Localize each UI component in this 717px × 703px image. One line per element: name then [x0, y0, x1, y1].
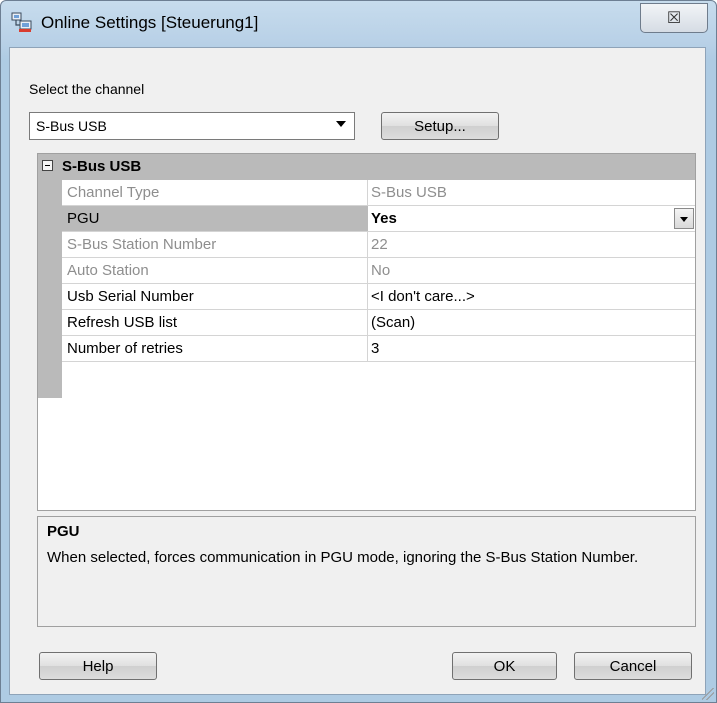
dropdown-arrow-icon[interactable] — [674, 208, 694, 229]
close-icon: ☒ — [666, 10, 682, 27]
property-name: Number of retries — [67, 340, 183, 357]
title-bar: Online Settings [Steuerung1] ☒ — [1, 1, 716, 45]
description-panel: PGU When selected, forces communication … — [37, 516, 696, 627]
property-name: S-Bus Station Number — [67, 236, 217, 253]
close-button[interactable]: ☒ — [640, 3, 708, 33]
property-value: (Scan) — [371, 314, 416, 331]
property-row-station-number[interactable]: S-Bus Station Number 22 — [62, 232, 695, 258]
channel-select-value: S-Bus USB — [36, 118, 107, 134]
online-settings-dialog: Online Settings [Steuerung1] ☒ Select th… — [0, 0, 717, 703]
property-name: Auto Station — [67, 262, 149, 279]
ok-button-label: OK — [493, 657, 516, 675]
help-button-label: Help — [82, 657, 114, 675]
description-text: When selected, forces communication in P… — [47, 549, 639, 566]
property-value: Yes — [371, 210, 397, 227]
column-divider — [367, 336, 368, 362]
property-value: 3 — [371, 340, 380, 357]
property-row-usb-serial[interactable]: Usb Serial Number <I don't care...> — [62, 284, 695, 310]
property-name: Refresh USB list — [67, 314, 178, 331]
setup-button[interactable]: Setup... — [381, 112, 499, 140]
property-row-refresh-usb[interactable]: Refresh USB list (Scan) — [62, 310, 695, 336]
collapse-icon[interactable] — [42, 160, 53, 171]
cancel-button[interactable]: Cancel — [574, 652, 692, 680]
column-divider — [367, 310, 368, 336]
property-name: PGU — [67, 210, 100, 227]
property-grid: S-Bus USB Channel Type S-Bus USB PGU Yes… — [37, 153, 696, 511]
property-name: Usb Serial Number — [67, 288, 194, 305]
column-divider — [367, 232, 368, 258]
window-title: Online Settings [Steuerung1] — [41, 13, 259, 32]
setup-button-label: Setup... — [414, 117, 466, 135]
property-value: 22 — [371, 236, 388, 253]
property-row-retries[interactable]: Number of retries 3 — [62, 336, 695, 362]
cancel-button-label: Cancel — [609, 657, 657, 675]
column-divider — [367, 284, 368, 310]
description-title: PGU — [47, 523, 80, 540]
channel-label: Select the channel — [29, 81, 145, 97]
property-value: <I don't care...> — [371, 288, 475, 305]
property-value: S-Bus USB — [371, 184, 447, 201]
property-name: Channel Type — [67, 184, 160, 201]
column-divider — [367, 180, 368, 206]
ok-button[interactable]: OK — [452, 652, 557, 680]
property-row-pgu[interactable]: PGU Yes — [62, 206, 695, 232]
category-row[interactable]: S-Bus USB — [38, 154, 695, 180]
resize-grip-icon[interactable] — [702, 688, 714, 700]
chevron-down-icon — [336, 121, 346, 127]
help-button[interactable]: Help — [39, 652, 157, 680]
property-row-channel-type[interactable]: Channel Type S-Bus USB — [62, 180, 695, 206]
grid-gutter — [38, 180, 62, 398]
column-divider — [367, 258, 368, 284]
online-settings-icon — [11, 12, 32, 32]
channel-select[interactable]: S-Bus USB — [29, 112, 355, 140]
property-row-auto-station[interactable]: Auto Station No — [62, 258, 695, 284]
category-label: S-Bus USB — [62, 158, 142, 175]
property-value: No — [371, 262, 391, 279]
pgu-value-dropdown[interactable]: Yes — [368, 206, 695, 231]
